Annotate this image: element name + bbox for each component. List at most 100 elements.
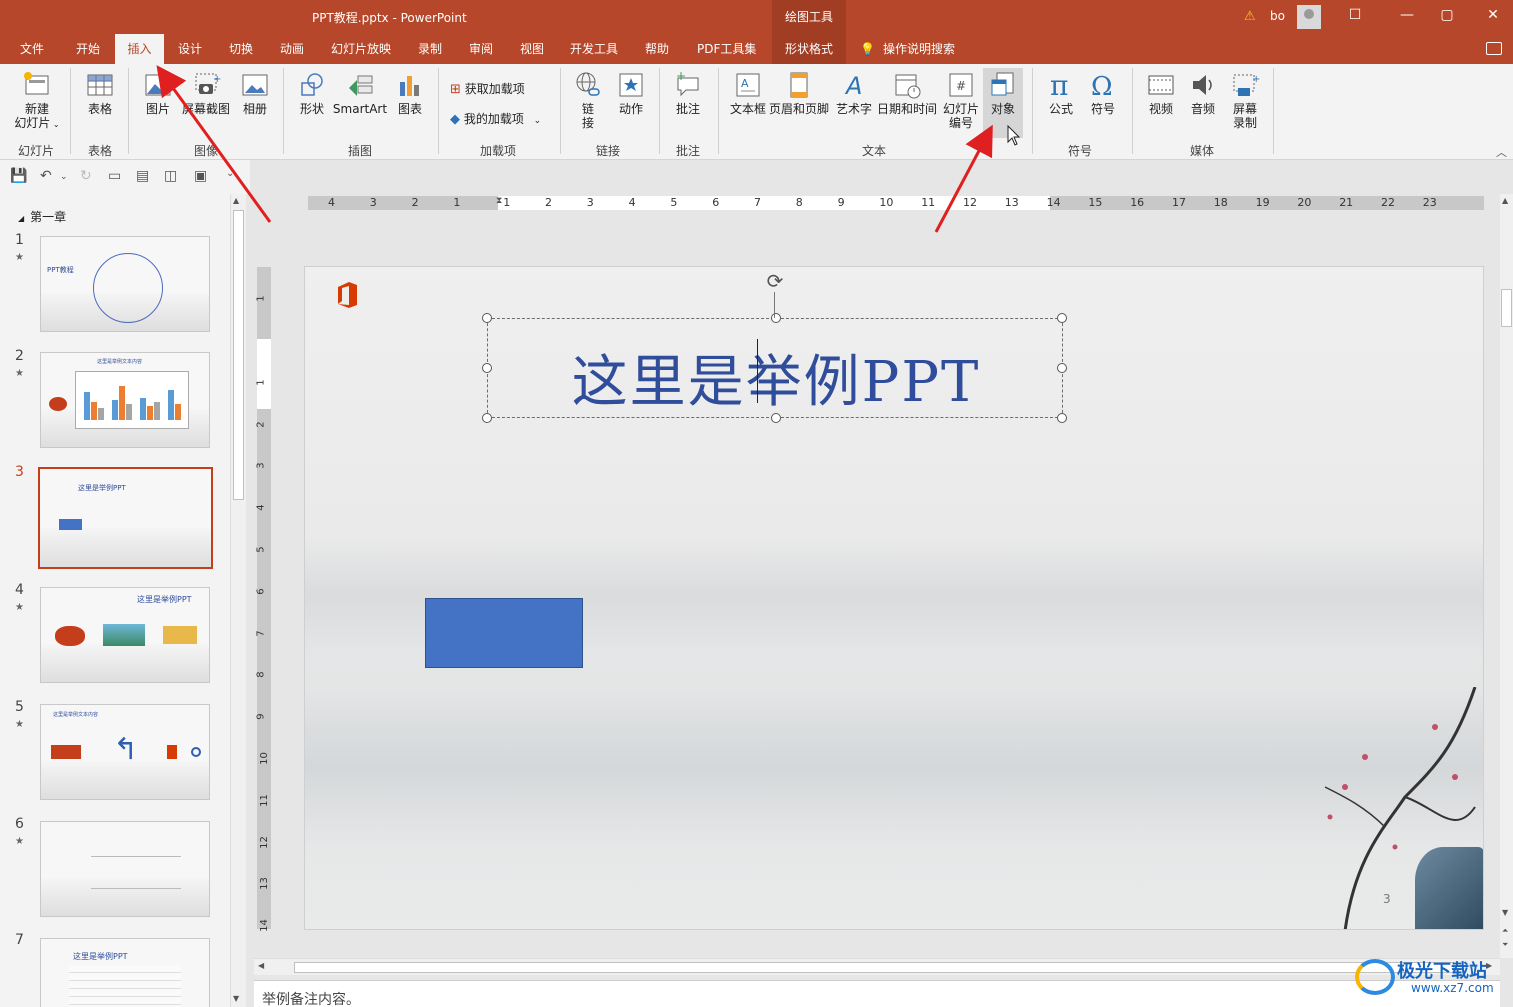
tab-file[interactable]: 文件 [16, 34, 48, 64]
collapse-ribbon-icon[interactable]: ︿ [1496, 144, 1507, 160]
section-header[interactable]: ◢ 第一章 [18, 208, 66, 225]
thumbnail-scrollbar[interactable]: ▲ ▼ [230, 194, 246, 1007]
resize-handle[interactable] [482, 313, 492, 323]
smartart-button[interactable]: SmartArt [332, 70, 388, 116]
tab-view[interactable]: 视图 [516, 34, 548, 64]
resize-handle[interactable] [771, 413, 781, 423]
scrollbar-thumb[interactable] [233, 210, 244, 500]
resize-handle[interactable] [1057, 313, 1067, 323]
get-addins-button[interactable]: ⊞ 获取加载项 [450, 80, 525, 97]
audio-button[interactable]: 音频 [1184, 70, 1222, 116]
svg-text:+: + [213, 74, 221, 85]
scroll-left-icon[interactable]: ◀ [258, 961, 264, 970]
slide-thumbnail-2[interactable]: 这里是举例文本内容 [40, 352, 210, 448]
previous-slide-icon[interactable]: ⏶ [1502, 926, 1508, 936]
tab-design[interactable]: 设计 [174, 34, 206, 64]
tab-transitions[interactable]: 切换 [225, 34, 257, 64]
tab-developer[interactable]: 开发工具 [566, 34, 622, 64]
editor-vertical-scrollbar[interactable]: ▲ ▼ ⏶ ⏷ [1500, 194, 1513, 958]
group-label-illustrations: 插图 [348, 144, 373, 158]
chevron-down-icon[interactable]: ⌄ [60, 172, 68, 182]
vertical-ruler[interactable]: 1 1 2 3 4 5 6 7 8 9 10 11 12 13 14 [256, 267, 271, 932]
resize-handle[interactable] [482, 363, 492, 373]
user-name[interactable]: bo [1270, 9, 1285, 23]
save-icon[interactable]: 💾 [10, 168, 27, 184]
equation-button[interactable]: π 公式 [1042, 70, 1080, 116]
undo-icon[interactable]: ↶ [40, 168, 52, 184]
present-icon[interactable]: ◫ [164, 168, 177, 184]
from-beginning-icon[interactable]: ▭ [108, 168, 121, 184]
minimize-button[interactable]: — [1392, 7, 1422, 23]
slideshow-icon[interactable]: ▣ [194, 168, 207, 184]
close-button[interactable]: ✕ [1478, 7, 1508, 23]
scroll-up-icon[interactable]: ▲ [233, 196, 239, 205]
warning-icon[interactable]: ⚠ [1244, 9, 1256, 24]
tab-record[interactable]: 录制 [414, 34, 446, 64]
tell-me-search[interactable]: 💡 操作说明搜索 [856, 34, 959, 64]
resize-handle[interactable] [1057, 413, 1067, 423]
new-slide-button[interactable]: 新建 幻灯片 ⌄ [8, 70, 66, 132]
tab-pdf-tools[interactable]: PDF工具集 [693, 34, 760, 64]
tab-shape-format[interactable]: 形状格式 [772, 34, 846, 64]
symbol-button[interactable]: Ω 符号 [1084, 70, 1122, 116]
indent-marker-icon[interactable]: ⧗ [496, 196, 502, 206]
title-textbox[interactable]: 这里是举例PPT [482, 313, 1067, 423]
tab-insert[interactable]: 插入 [115, 34, 164, 64]
table-button[interactable]: 表格 [80, 70, 120, 116]
editor-horizontal-scrollbar[interactable]: ◀ ▶ [254, 958, 1500, 975]
redo-icon[interactable]: ↻ [80, 168, 92, 184]
site-watermark: 极光下载站 www.xz7.com [1355, 955, 1505, 1003]
slide-canvas[interactable]: 这里是举例PPT ⟳ 3 [304, 266, 1484, 930]
scrollbar-thumb[interactable] [294, 962, 1454, 973]
horizontal-ruler[interactable]: ⧗ 4 3 2 1 1 2 3 4 5 6 7 8 9 10 11 12 13 14 15 16 17 18 19 20 21 2… [308, 196, 1484, 210]
my-addins-button[interactable]: ◆ 我的加载项 ⌄ [450, 110, 541, 127]
screen-recording-button[interactable]: + 屏幕 录制 [1226, 70, 1264, 130]
notes-pane[interactable]: 举例备注内容。 [254, 980, 1500, 1007]
tab-home[interactable]: 开始 [72, 34, 104, 64]
rotate-handle-icon[interactable]: ⟳ [764, 270, 786, 292]
screenshot-button[interactable]: + 屏幕截图 [180, 70, 232, 116]
slide-thumbnail-4[interactable]: 这里是举例PPT [40, 587, 210, 683]
tab-review[interactable]: 审阅 [465, 34, 497, 64]
shapes-button[interactable]: 形状 [294, 70, 330, 116]
avatar[interactable] [1297, 5, 1321, 29]
comment-button[interactable]: + 批注 [668, 70, 708, 116]
picture-button[interactable]: 图片 [138, 70, 178, 116]
textbox-qat-icon[interactable]: ▤ [136, 168, 149, 184]
action-button[interactable]: 动作 [612, 70, 650, 116]
tab-animations[interactable]: 动画 [276, 34, 308, 64]
comments-icon[interactable] [1486, 42, 1502, 55]
textbox-button[interactable]: A 文本框 [728, 70, 768, 116]
slide-title[interactable]: 这里是举例PPT [488, 337, 1064, 418]
link-button[interactable]: 链 接 [570, 70, 606, 130]
resize-handle[interactable] [771, 313, 781, 323]
blue-rectangle-shape[interactable] [425, 598, 583, 668]
maximize-button[interactable]: ▢ [1432, 7, 1462, 23]
customize-qat-icon[interactable]: ⌄ [226, 168, 234, 179]
scrollbar-thumb[interactable] [1501, 289, 1512, 327]
header-footer-button[interactable]: 页眉和页脚 [768, 70, 830, 116]
tab-slideshow[interactable]: 幻灯片放映 [327, 34, 395, 64]
wordart-button[interactable]: A 艺术字 [834, 70, 874, 116]
slide-thumbnail-1[interactable]: PPT教程 [40, 236, 210, 332]
notes-text[interactable]: 举例备注内容。 [262, 989, 360, 1007]
object-button[interactable]: 对象 [983, 68, 1023, 138]
photo-album-button[interactable]: 相册 [236, 70, 274, 116]
scroll-down-icon[interactable]: ▼ [233, 994, 239, 1003]
slide-thumbnail-5[interactable]: 这里是举例文本内容 ↰ [40, 704, 210, 800]
scroll-down-icon[interactable]: ▼ [1502, 908, 1508, 917]
slide-thumbnail-6[interactable] [40, 821, 210, 917]
resize-handle[interactable] [482, 413, 492, 423]
resize-handle[interactable] [1057, 363, 1067, 373]
ruler-tick-label: 13 [1004, 196, 1019, 209]
scroll-up-icon[interactable]: ▲ [1502, 196, 1508, 205]
tab-help[interactable]: 帮助 [641, 34, 673, 64]
chart-button[interactable]: 图表 [392, 70, 428, 116]
slide-number-button[interactable]: # 幻灯片 编号 [940, 70, 982, 130]
video-button[interactable]: 视频 [1142, 70, 1180, 116]
ribbon-display-options-icon[interactable]: ☐ [1340, 7, 1370, 23]
next-slide-icon[interactable]: ⏷ [1502, 940, 1508, 950]
slide-thumbnail-3[interactable]: 这里是举例PPT [38, 467, 213, 569]
slide-thumbnail-7[interactable]: 这里是举例PPT [40, 938, 210, 1007]
date-time-button[interactable]: 日期和时间 [876, 70, 938, 116]
